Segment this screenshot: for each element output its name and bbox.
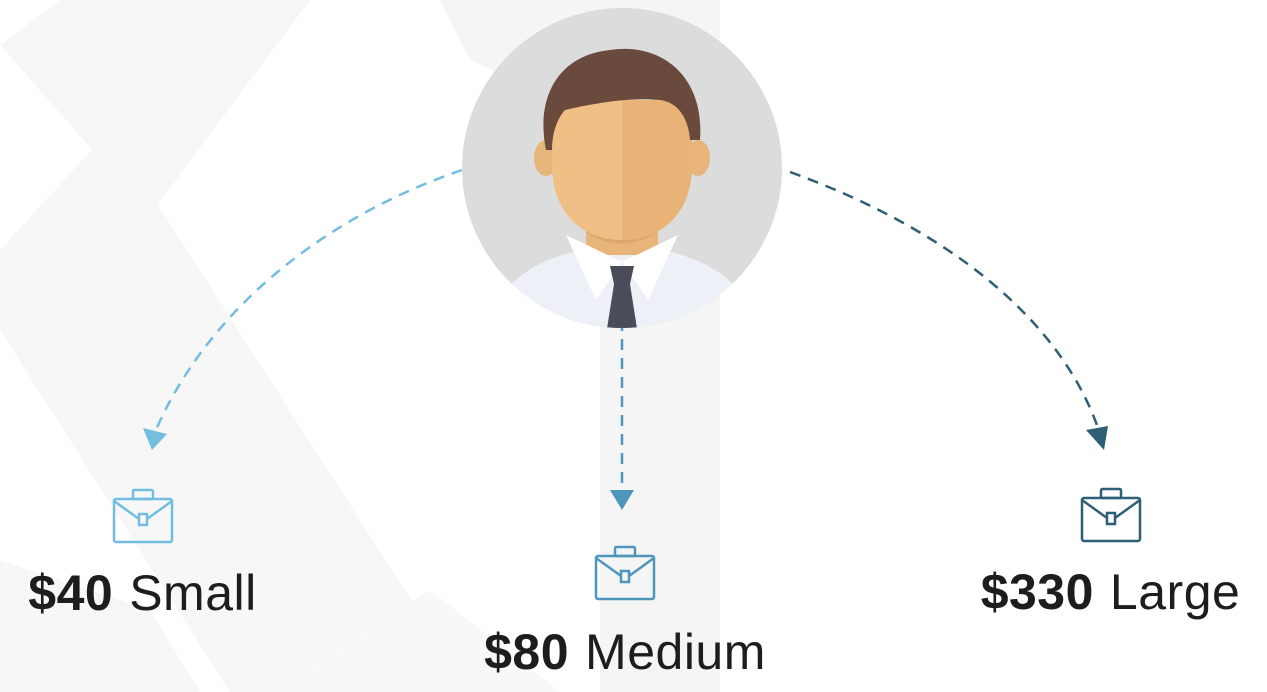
arrow-down-icon xyxy=(610,490,634,510)
briefcase-icon xyxy=(1080,487,1141,543)
option-size: Small xyxy=(129,565,257,621)
option-label: $40 Small xyxy=(0,568,285,618)
option-size: Large xyxy=(1109,564,1241,620)
connector-large xyxy=(789,170,1100,429)
connector-small xyxy=(153,168,463,433)
option-large: $330 Large xyxy=(958,487,1263,617)
option-price: $330 xyxy=(980,564,1094,620)
option-size: Medium xyxy=(585,624,766,680)
option-medium: $80 Medium xyxy=(450,545,800,677)
briefcase-icon xyxy=(594,545,656,601)
arrow-down-icon xyxy=(143,428,167,450)
option-label: $330 Large xyxy=(958,567,1263,617)
option-small: $40 Small xyxy=(0,488,285,618)
option-price: $80 xyxy=(484,624,570,680)
arrow-down-icon xyxy=(1086,426,1108,450)
briefcase-icon xyxy=(112,488,173,544)
option-label: $80 Medium xyxy=(450,627,800,677)
option-price: $40 xyxy=(28,565,114,621)
person-avatar xyxy=(462,8,782,328)
